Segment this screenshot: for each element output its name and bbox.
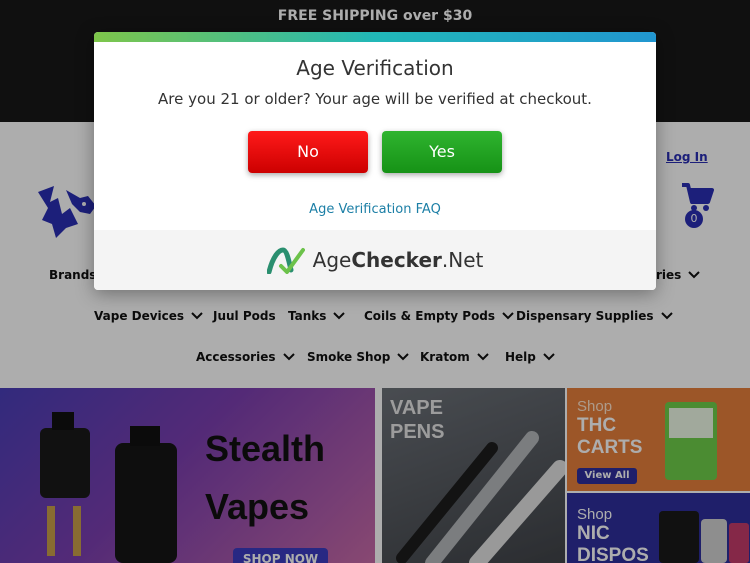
yes-button[interactable]: Yes	[382, 131, 502, 173]
agechecker-logo-icon	[266, 247, 305, 274]
modal-accent-stripe	[94, 32, 656, 42]
brand-suffix: .Net	[441, 248, 484, 272]
agechecker-brand: AgeChecker.Net	[313, 248, 484, 272]
brand-prefix: Age	[312, 248, 352, 272]
age-verification-modal: Age Verification Are you 21 or older? Yo…	[94, 32, 656, 290]
no-button[interactable]: No	[248, 131, 368, 173]
age-verification-faq-link[interactable]: Age Verification FAQ	[94, 202, 656, 217]
brand-bold: Checker	[351, 248, 442, 272]
modal-title: Age Verification	[296, 56, 454, 80]
agechecker-footer: AgeChecker.Net	[94, 230, 656, 290]
age-question: Are you 21 or older? Your age will be ve…	[158, 90, 592, 108]
